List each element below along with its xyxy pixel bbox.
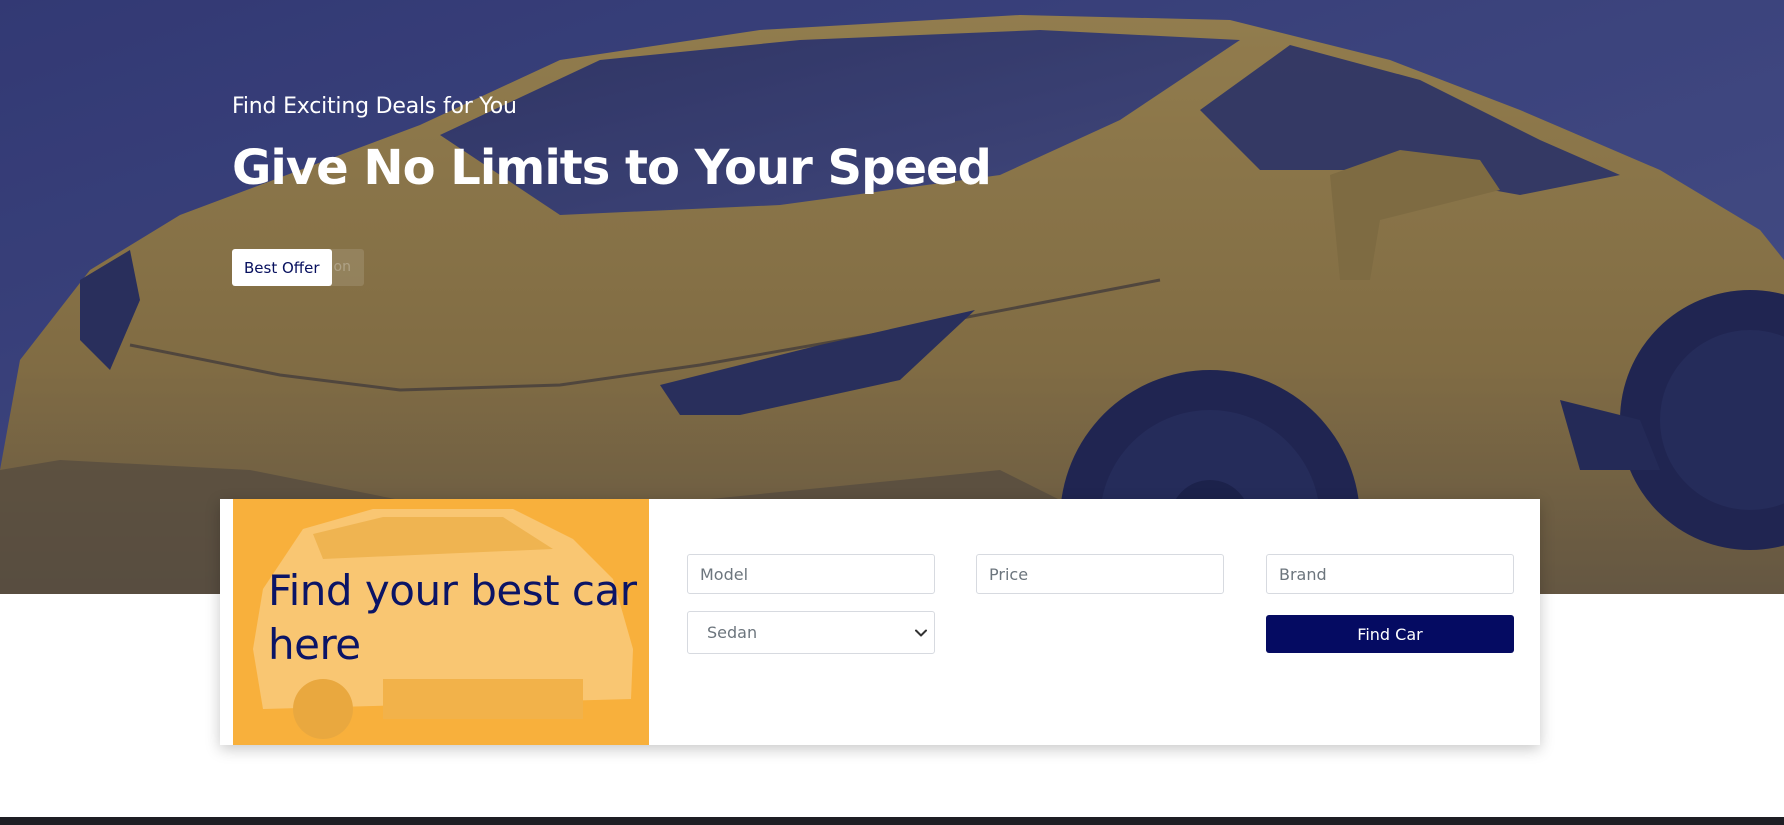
car-type-select[interactable]: Sedan <box>687 611 935 654</box>
hero-title: Give No Limits to Your Speed <box>232 140 992 196</box>
search-promo-panel: Find your best car here <box>233 499 649 745</box>
find-car-button[interactable]: Find Car <box>1266 615 1514 653</box>
search-promo-title: Find your best car here <box>268 566 637 669</box>
best-offer-button[interactable]: Best Offer <box>232 249 332 286</box>
hero-button-group: Best Offer on <box>232 249 364 286</box>
chevron-down-icon <box>915 629 927 637</box>
car-type-selected-value: Sedan <box>707 623 758 642</box>
car-search-card: Find your best car here Sedan Find Car <box>220 499 1540 745</box>
brand-input[interactable] <box>1266 554 1514 594</box>
price-input[interactable] <box>976 554 1224 594</box>
hero-subtitle: Find Exciting Deals for You <box>232 94 517 119</box>
model-input[interactable] <box>687 554 935 594</box>
footer-edge <box>0 817 1784 825</box>
